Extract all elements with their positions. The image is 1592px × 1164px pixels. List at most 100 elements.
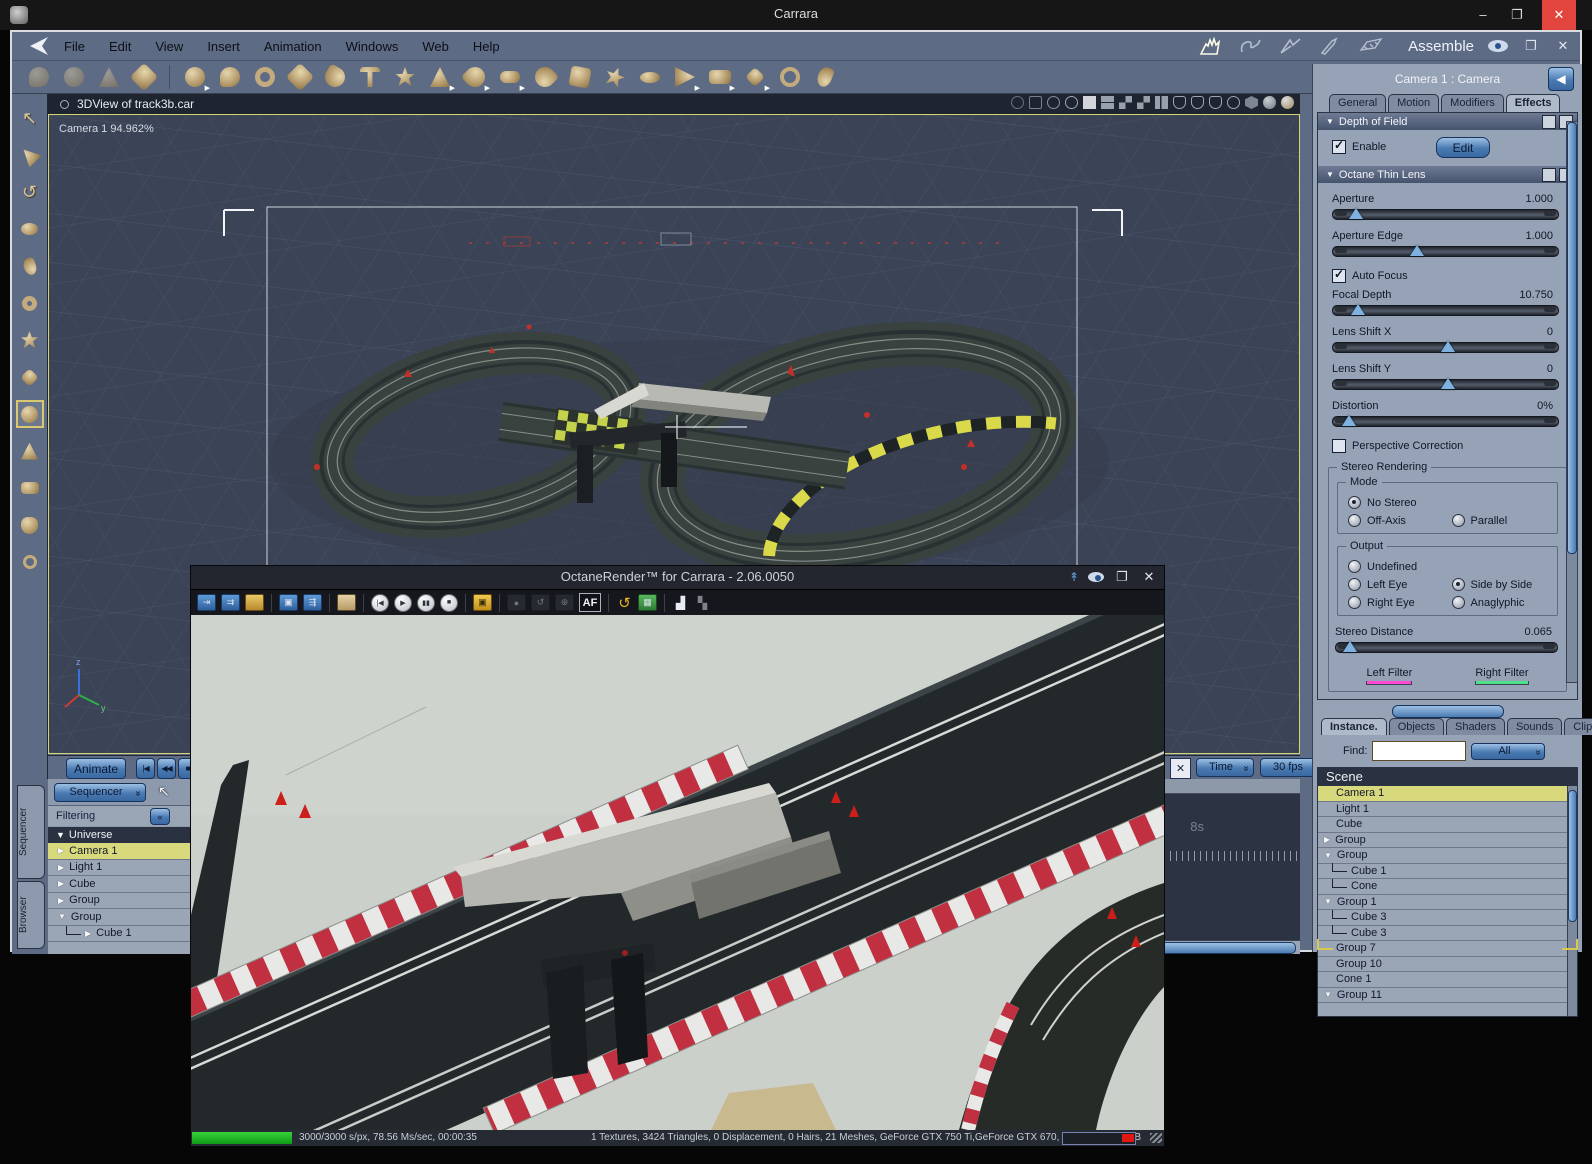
storyboard-room-icon[interactable] — [1358, 36, 1384, 56]
stop-render-button[interactable]: ■ — [440, 593, 458, 612]
radio-side-by-side[interactable] — [1451, 578, 1465, 591]
timeline-close-button[interactable]: ✕ — [1170, 758, 1191, 779]
insert-fire-icon[interactable] — [530, 62, 560, 92]
scene-item-group11[interactable]: ▼ Group 11 — [1318, 987, 1577, 1003]
insert-rock-icon[interactable] — [567, 64, 593, 90]
insert-vertex-object-icon[interactable] — [217, 64, 243, 90]
splitter-handle[interactable] — [1391, 705, 1504, 718]
insert-graph-icon[interactable]: ▶ — [742, 64, 770, 92]
viewport-titlebar[interactable]: 3DView of track3b.car — [48, 94, 1300, 114]
refresh-icon[interactable]: ↺ — [531, 594, 550, 611]
radio-no-stereo[interactable] — [1348, 496, 1361, 509]
perspective-correction-checkbox[interactable] — [1332, 439, 1346, 453]
menu-view[interactable]: View — [155, 39, 183, 54]
tree-item-cube[interactable]: ▶ Cube — [48, 876, 198, 893]
animate-button[interactable]: Animate — [66, 758, 126, 779]
lock-resolution-icon[interactable]: ▣ — [473, 594, 492, 611]
insert-spray-icon[interactable]: ▶ — [672, 64, 700, 92]
dof-section-header[interactable]: ▼ Depth of Field — [1318, 113, 1577, 130]
stereo-distance-slider[interactable] — [1335, 641, 1558, 653]
gizmo-icon[interactable] — [1065, 96, 1078, 109]
pause-render-button[interactable]: ▮▮ — [417, 593, 435, 612]
axis-y-tool-icon[interactable] — [18, 439, 42, 463]
save-preset-icon[interactable] — [1542, 168, 1556, 182]
scene-item-cone1[interactable]: Cone 1 — [1318, 972, 1577, 988]
menu-file[interactable]: File — [64, 39, 85, 54]
pane-close-icon[interactable]: ✕ — [1554, 38, 1572, 54]
copy-settings-icon[interactable]: ⇶ — [303, 594, 322, 611]
layout-single-icon[interactable] — [1083, 96, 1096, 109]
right-filter-swatch[interactable] — [1475, 681, 1529, 685]
scene-item-cube3b[interactable]: Cube 3 — [1318, 925, 1577, 941]
scene-item-group1[interactable]: ▼ Group 1 — [1318, 894, 1577, 910]
save-preset-icon[interactable] — [1542, 115, 1556, 129]
scene-item-group10[interactable]: Group 10 — [1318, 956, 1577, 972]
octane-eye-icon[interactable] — [1088, 572, 1104, 582]
auto-focus-checkbox[interactable] — [1332, 267, 1346, 283]
menu-edit[interactable]: Edit — [109, 39, 131, 54]
tree-item-light1[interactable]: ▶ Light 1 — [48, 859, 198, 876]
link-tool-icon[interactable] — [18, 291, 42, 315]
camera-tool-icon[interactable] — [18, 476, 42, 500]
assemble-hand-icon[interactable] — [1198, 36, 1224, 56]
scene-item-group2[interactable]: ▼ Group — [1318, 848, 1577, 864]
octane-lens-section-header[interactable]: ▼ Octane Thin Lens — [1318, 166, 1577, 183]
step-back-button[interactable]: ◀◀ — [157, 758, 176, 779]
octane-titlebar[interactable]: OctaneRender™ for Carrara - 2.06.0050 ↟ … — [191, 566, 1164, 589]
shading-flat-icon[interactable] — [1191, 96, 1204, 109]
move-tool-icon[interactable] — [18, 143, 42, 167]
pane-maximize-icon[interactable]: ❐ — [1522, 38, 1540, 54]
properties-vscrollbar[interactable] — [1566, 121, 1578, 683]
insert-target-icon[interactable] — [777, 64, 803, 90]
insert-cloud-icon[interactable]: ▶ — [497, 64, 525, 92]
tab-sounds[interactable]: Sounds — [1506, 718, 1563, 735]
visibility-eye-icon[interactable] — [1488, 40, 1508, 52]
texture-room-icon[interactable] — [1278, 36, 1304, 56]
layout-grid-icon[interactable] — [1137, 96, 1150, 109]
octane-pin-icon[interactable]: ↟ — [1069, 570, 1079, 584]
dof-edit-button[interactable]: Edit — [1436, 137, 1490, 158]
restart-render-button[interactable]: |◀ — [371, 593, 389, 612]
radio-anaglyphic[interactable] — [1451, 596, 1465, 609]
find-filter-dropdown[interactable]: All — [1471, 742, 1546, 760]
tree-item-cube1[interactable]: ▶ Cube 1 — [48, 925, 198, 942]
distortion-slider[interactable] — [1332, 415, 1559, 427]
focus-picker-icon[interactable]: ⊕ — [555, 594, 574, 611]
lens-shift-x-slider[interactable] — [1332, 341, 1559, 353]
aperture-edge-slider[interactable] — [1332, 245, 1559, 257]
paint-tool-icon[interactable] — [129, 62, 159, 92]
render-room-icon[interactable] — [1318, 36, 1344, 56]
octane-render-image[interactable] — [191, 615, 1164, 1130]
textured-sphere-icon[interactable] — [1281, 96, 1294, 109]
layout-l-pane-icon[interactable] — [1155, 96, 1168, 109]
tab-instances[interactable]: Instance. — [1321, 718, 1387, 735]
camera-view-icon[interactable] — [1047, 96, 1060, 109]
tab-modifiers[interactable]: Modifiers — [1441, 94, 1504, 112]
insert-fountain-icon[interactable] — [602, 64, 628, 90]
shading-gouraud-icon[interactable] — [1209, 96, 1222, 109]
bounding-box-icon[interactable] — [1227, 96, 1240, 109]
dof-enable-checkbox[interactable] — [1332, 138, 1346, 154]
color-picker-icon[interactable]: ● — [507, 594, 526, 611]
pan-view-tool-icon[interactable] — [18, 513, 42, 537]
pan-tool-icon[interactable] — [61, 64, 87, 90]
radio-parallel[interactable] — [1451, 514, 1465, 527]
universal-manipulator-icon[interactable] — [15, 400, 44, 428]
hierarchy-icon[interactable] — [1029, 96, 1042, 109]
radio-off-axis[interactable] — [1348, 514, 1361, 527]
resize-grip-icon[interactable] — [1150, 1133, 1162, 1143]
insert-sphere-icon[interactable]: ▶ — [182, 64, 210, 92]
tab-sequencer[interactable]: Sequencer — [17, 785, 45, 879]
model-room-icon[interactable] — [1238, 36, 1264, 56]
scene-vscrollbar[interactable] — [1567, 786, 1577, 1016]
scene-item-camera1[interactable]: Camera 1 — [1318, 786, 1577, 802]
tab-effects[interactable]: Effects — [1505, 94, 1561, 112]
scene-vscroll-thumb[interactable] — [1568, 790, 1577, 922]
insert-bones-icon[interactable] — [285, 62, 315, 92]
viewport-image-icon[interactable]: ▦ — [638, 594, 657, 611]
scene-item-group[interactable]: ▶ Group — [1318, 832, 1577, 848]
aperture-slider[interactable] — [1332, 208, 1559, 220]
snapshot-camera-icon[interactable]: ▚ — [694, 595, 711, 610]
magnet-tool-icon[interactable] — [18, 254, 42, 278]
tab-clips[interactable]: Clips — [1564, 718, 1592, 735]
